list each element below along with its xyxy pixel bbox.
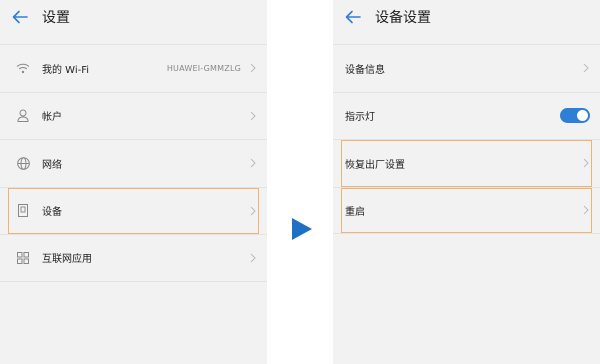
chevron-right-icon	[249, 252, 257, 264]
back-arrow-icon[interactable]	[12, 9, 28, 25]
wifi-icon	[16, 61, 30, 75]
menu-item-indicator-light: 指示灯	[333, 91, 600, 140]
menu-item-device-info[interactable]: 设备信息	[333, 44, 600, 92]
menu-item-account[interactable]: 帐户	[0, 91, 267, 140]
menu-item-label: 设备信息	[345, 64, 385, 76]
next-step-arrow-icon	[292, 218, 312, 240]
device-icon	[16, 204, 30, 218]
menu-item-wifi[interactable]: 我的 Wi-Fi HUAWEI-GMMZLG	[0, 44, 267, 92]
chevron-right-icon	[249, 205, 257, 217]
chevron-right-icon	[582, 157, 590, 169]
wifi-network-name: HUAWEI-GMMZLG	[166, 63, 241, 73]
apps-grid-icon	[16, 251, 30, 265]
device-settings-header: 设备设置	[333, 0, 600, 34]
menu-item-device[interactable]: 设备	[0, 186, 267, 234]
chevron-right-icon	[249, 110, 257, 122]
menu-item-label: 指示灯	[345, 112, 375, 124]
menu-item-internet-apps[interactable]: 互联网应用	[0, 234, 267, 282]
chevron-right-icon	[249, 62, 257, 74]
menu-item-label: 重启	[345, 206, 365, 218]
settings-screen: 设置 我的 Wi-Fi HUAWEI-GMMZLG 帐户 网络 设备 互联网应用	[0, 0, 267, 364]
toggle-knob	[577, 110, 588, 122]
menu-item-label: 设备	[42, 207, 62, 219]
menu-item-label: 网络	[42, 159, 62, 171]
menu-item-label: 帐户	[42, 112, 62, 124]
indicator-light-toggle[interactable]	[560, 108, 590, 124]
menu-item-label: 互联网应用	[42, 254, 92, 266]
globe-icon	[16, 156, 30, 170]
settings-header: 设置	[0, 0, 267, 34]
menu-item-network[interactable]: 网络	[0, 139, 267, 187]
chevron-right-icon	[249, 157, 257, 169]
menu-item-factory-reset[interactable]: 恢复出厂设置	[333, 139, 600, 187]
user-icon	[16, 109, 30, 123]
menu-item-label: 我的 Wi-Fi	[42, 64, 90, 76]
menu-item-label: 恢复出厂设置	[345, 159, 405, 171]
page-title: 设备设置	[375, 10, 431, 26]
chevron-right-icon	[582, 204, 590, 216]
page-title: 设置	[42, 10, 70, 26]
back-arrow-icon[interactable]	[345, 9, 361, 25]
device-settings-screen: 设备设置 设备信息 指示灯 恢复出厂设置 重启	[333, 0, 600, 364]
menu-item-restart[interactable]: 重启	[333, 186, 600, 234]
chevron-right-icon	[582, 62, 590, 74]
